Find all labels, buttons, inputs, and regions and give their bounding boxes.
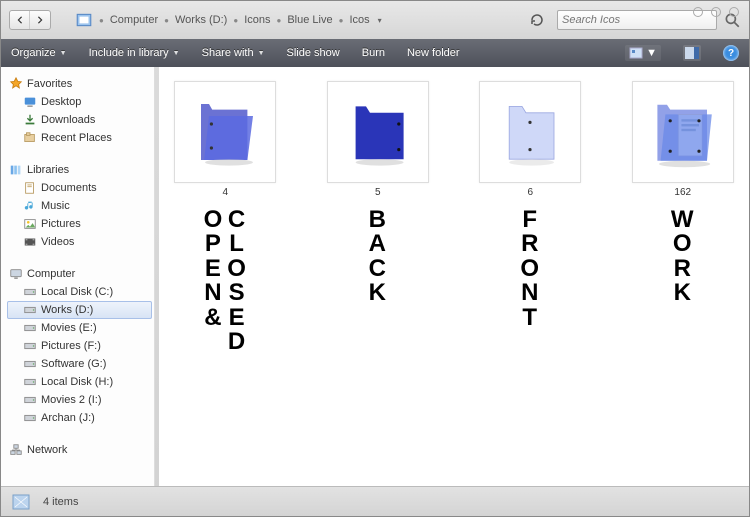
desktop-icon: [23, 95, 37, 109]
sidebar-item-videos[interactable]: Videos: [7, 233, 152, 251]
sidebar-item-local-disk-c[interactable]: Local Disk (C:): [7, 283, 152, 301]
computer-icon: [9, 267, 23, 281]
file-name: 4: [169, 187, 282, 198]
sidebar-item-movies-2-i[interactable]: Movies 2 (I:): [7, 391, 152, 409]
window-min-button[interactable]: [693, 7, 703, 17]
file-item[interactable]: 6 FRONT: [474, 81, 587, 330]
documents-icon: [23, 181, 37, 195]
file-annotation: BACK: [322, 208, 435, 306]
share-with-button[interactable]: Share with▼: [202, 47, 265, 59]
titlebar: ● Computer ● Works (D:) ● Icons ● Blue L…: [1, 1, 749, 39]
sidebar-item-works-d[interactable]: Works (D:): [7, 301, 152, 319]
folder-back-blue-icon: [338, 92, 418, 172]
refresh-button[interactable]: [529, 12, 545, 28]
file-item[interactable]: 4 OPEN& CLOSED: [169, 81, 282, 355]
file-thumbnail: [327, 81, 429, 183]
file-name: 5: [322, 187, 435, 198]
file-thumbnail: [632, 81, 734, 183]
breadcrumb: ● Computer ● Works (D:) ● Icons ● Blue L…: [99, 12, 372, 28]
window-controls: [693, 7, 739, 17]
organize-button[interactable]: Organize▼: [11, 47, 67, 59]
drive-icon: [23, 303, 37, 317]
help-button[interactable]: ?: [723, 45, 739, 61]
sidebar-group-network[interactable]: Network: [7, 441, 152, 459]
drive-icon: [23, 339, 37, 353]
sidebar-item-music[interactable]: Music: [7, 197, 152, 215]
breadcrumb-dropdown[interactable]: ▾: [378, 16, 382, 25]
breadcrumb-sep: ●: [99, 16, 104, 25]
burn-button[interactable]: Burn: [362, 47, 385, 59]
breadcrumb-item[interactable]: Blue Live: [285, 12, 334, 28]
breadcrumb-item[interactable]: Icons: [242, 12, 272, 28]
drive-icon: [23, 375, 37, 389]
sidebar-item-documents[interactable]: Documents: [7, 179, 152, 197]
folder-front-blue-icon: [490, 92, 570, 172]
sidebar-group-favorites[interactable]: Favorites: [7, 75, 152, 93]
sidebar-item-pictures-f[interactable]: Pictures (F:): [7, 337, 152, 355]
view-options-button[interactable]: ▼: [625, 45, 661, 61]
music-icon: [23, 199, 37, 213]
sidebar-item-movies-e[interactable]: Movies (E:): [7, 319, 152, 337]
window-close-button[interactable]: [729, 7, 739, 17]
include-in-library-button[interactable]: Include in library▼: [89, 47, 180, 59]
preview-pane-button[interactable]: [683, 45, 701, 61]
file-item[interactable]: 5 BACK: [322, 81, 435, 306]
drive-icon: [23, 285, 37, 299]
breadcrumb-item[interactable]: Computer: [108, 12, 160, 28]
file-item[interactable]: 162 WORK: [627, 81, 740, 306]
search-input[interactable]: [562, 14, 712, 26]
sidebar-item-software-g[interactable]: Software (G:): [7, 355, 152, 373]
window-max-button[interactable]: [711, 7, 721, 17]
file-list: 4 OPEN& CLOSED 5 BACK: [159, 67, 749, 486]
sidebar-group-libraries[interactable]: Libraries: [7, 161, 152, 179]
sidebar-item-downloads[interactable]: Downloads: [7, 111, 152, 129]
slideshow-button[interactable]: Slide show: [287, 47, 340, 59]
back-button[interactable]: [10, 11, 30, 29]
forward-button[interactable]: [30, 11, 50, 29]
file-annotation: FRONT: [474, 208, 587, 330]
network-icon: [9, 443, 23, 457]
command-bar: Organize▼ Include in library▼ Share with…: [1, 39, 749, 67]
location-icon: [75, 11, 93, 29]
file-thumbnail: [479, 81, 581, 183]
nav-pane: Favorites Desktop Downloads Recent Place…: [1, 67, 155, 486]
recent-places-icon: [23, 131, 37, 145]
drive-icon: [23, 357, 37, 371]
body: Favorites Desktop Downloads Recent Place…: [1, 67, 749, 486]
sidebar-item-pictures[interactable]: Pictures: [7, 215, 152, 233]
file-thumbnail: [174, 81, 276, 183]
file-annotation: OPEN& CLOSED: [169, 208, 282, 355]
drive-icon: [23, 411, 37, 425]
status-icon: [9, 490, 33, 514]
star-icon: [9, 77, 23, 91]
sidebar-item-recent-places[interactable]: Recent Places: [7, 129, 152, 147]
folder-work-blue-icon: [643, 92, 723, 172]
drive-icon: [23, 393, 37, 407]
file-annotation: WORK: [627, 208, 740, 306]
downloads-icon: [23, 113, 37, 127]
breadcrumb-item[interactable]: Works (D:): [173, 12, 229, 28]
nav-buttons: [9, 10, 51, 30]
libraries-icon: [9, 163, 23, 177]
file-name: 6: [474, 187, 587, 198]
status-text: 4 items: [43, 496, 78, 508]
folder-open-blue-icon: [185, 92, 265, 172]
pictures-icon: [23, 217, 37, 231]
file-name: 162: [627, 187, 740, 198]
drive-icon: [23, 321, 37, 335]
sidebar-item-local-disk-h[interactable]: Local Disk (H:): [7, 373, 152, 391]
new-folder-button[interactable]: New folder: [407, 47, 460, 59]
sidebar-item-desktop[interactable]: Desktop: [7, 93, 152, 111]
sidebar-item-archan-j[interactable]: Archan (J:): [7, 409, 152, 427]
status-bar: 4 items: [1, 486, 749, 516]
sidebar-group-computer[interactable]: Computer: [7, 265, 152, 283]
videos-icon: [23, 235, 37, 249]
breadcrumb-item[interactable]: Icos: [347, 12, 371, 28]
